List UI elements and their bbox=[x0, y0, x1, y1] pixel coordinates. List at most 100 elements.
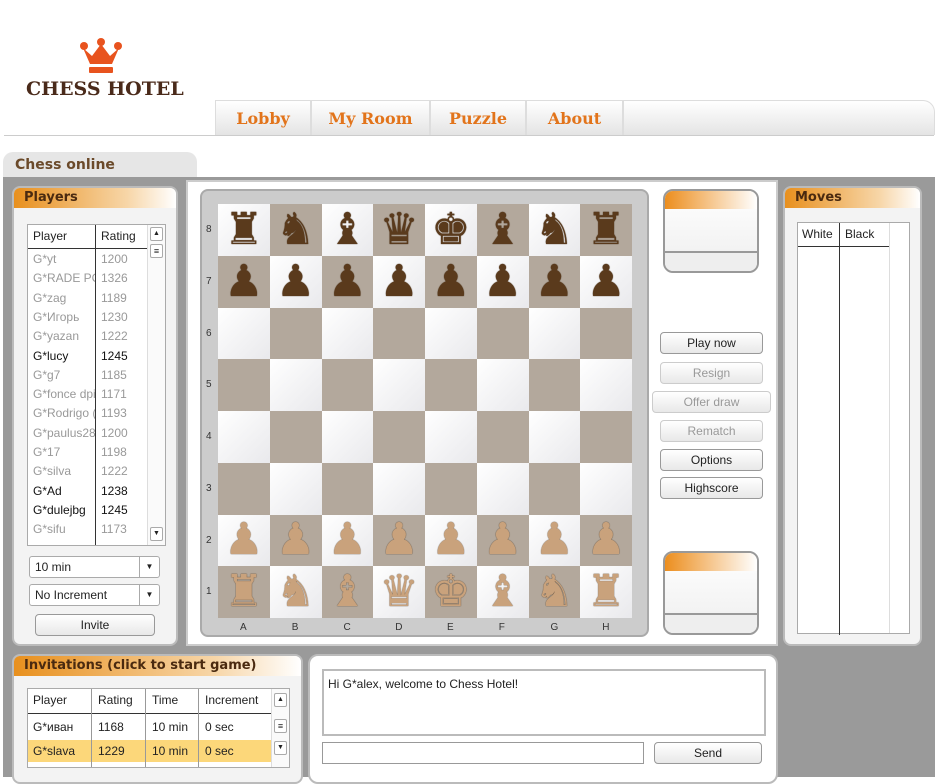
resign-button[interactable]: Resign bbox=[660, 362, 763, 384]
square-c8[interactable]: ♝ bbox=[321, 204, 374, 256]
player-rating[interactable]: 1173 bbox=[101, 520, 141, 539]
col-black[interactable]: Black bbox=[845, 227, 874, 241]
square-c1[interactable]: ♝ bbox=[321, 566, 374, 618]
square-a2[interactable]: ♟ bbox=[218, 514, 270, 567]
square-g3[interactable] bbox=[528, 462, 581, 515]
scroll-thumb[interactable]: ≡ bbox=[150, 244, 163, 258]
player-name[interactable]: G*lucy bbox=[33, 347, 95, 366]
time-select[interactable]: 10 min ▼ bbox=[29, 556, 160, 578]
col-player[interactable]: Player bbox=[33, 229, 67, 243]
square-e2[interactable]: ♟ bbox=[425, 514, 477, 567]
players-scrollbar[interactable]: ▲ ≡ ▼ bbox=[147, 225, 165, 545]
white-pawn-icon[interactable]: ♟ bbox=[224, 518, 263, 562]
player-rating[interactable]: 1189 bbox=[101, 289, 141, 308]
black-pawn-icon[interactable]: ♟ bbox=[586, 259, 625, 304]
white-pawn-icon[interactable]: ♟ bbox=[586, 518, 625, 562]
player-rating[interactable]: 1198 bbox=[101, 443, 141, 462]
player-rating[interactable]: 1200 bbox=[101, 250, 141, 269]
square-c3[interactable] bbox=[321, 462, 374, 515]
black-king-icon[interactable]: ♚ bbox=[431, 207, 470, 252]
player-rating[interactable]: 1238 bbox=[101, 482, 141, 501]
moves-list[interactable]: White Black bbox=[797, 222, 910, 635]
square-g7[interactable]: ♟ bbox=[528, 255, 581, 308]
player-name[interactable]: G*yazan bbox=[33, 327, 95, 346]
square-h7[interactable]: ♟ bbox=[580, 255, 632, 308]
white-bishop-icon[interactable]: ♝ bbox=[483, 570, 522, 614]
square-e5[interactable] bbox=[425, 359, 477, 411]
square-c5[interactable] bbox=[321, 359, 374, 411]
player-name[interactable]: G*g7 bbox=[33, 366, 95, 385]
invitations-list[interactable]: Player Rating Time Increment G*иван 1168… bbox=[27, 688, 290, 768]
square-e4[interactable] bbox=[425, 411, 477, 463]
player-name[interactable]: G*yt bbox=[33, 250, 95, 269]
square-f1[interactable]: ♝ bbox=[476, 566, 529, 618]
square-e3[interactable] bbox=[425, 462, 477, 515]
square-f2[interactable]: ♟ bbox=[476, 514, 529, 567]
player-rating[interactable]: 1222 bbox=[101, 462, 141, 481]
player-rating[interactable]: 1171 bbox=[101, 385, 141, 404]
square-d8[interactable]: ♛ bbox=[373, 204, 425, 256]
chat-input[interactable] bbox=[322, 742, 644, 764]
square-b5[interactable] bbox=[269, 359, 322, 411]
square-b4[interactable] bbox=[269, 411, 322, 463]
player-rating[interactable]: 1185 bbox=[101, 366, 141, 385]
square-g4[interactable] bbox=[528, 411, 581, 463]
white-pawn-icon[interactable]: ♟ bbox=[431, 518, 470, 562]
player-name[interactable]: G*Rodrigo ( bbox=[33, 404, 95, 423]
player-name[interactable]: G*silva bbox=[33, 462, 95, 481]
black-pawn-icon[interactable]: ♟ bbox=[431, 259, 470, 304]
square-a1[interactable]: ♜ bbox=[218, 566, 270, 618]
col-player[interactable]: Player bbox=[33, 693, 67, 707]
square-f5[interactable] bbox=[476, 359, 529, 411]
square-d1[interactable]: ♛ bbox=[373, 566, 425, 618]
player-name[interactable]: G*RADE PC bbox=[33, 269, 95, 288]
black-pawn-icon[interactable]: ♟ bbox=[224, 259, 263, 304]
increment-select[interactable]: No Increment ▼ bbox=[29, 584, 160, 606]
white-knight-icon[interactable]: ♞ bbox=[535, 570, 574, 614]
scroll-up-icon[interactable]: ▲ bbox=[150, 227, 163, 241]
square-h6[interactable] bbox=[580, 307, 632, 360]
square-g6[interactable] bbox=[528, 307, 581, 360]
square-d3[interactable] bbox=[373, 462, 425, 515]
square-b1[interactable]: ♞ bbox=[269, 566, 322, 618]
player-rating[interactable]: 1193 bbox=[101, 404, 141, 423]
invitation-row[interactable]: G*slava 1229 10 min 0 sec bbox=[28, 740, 273, 762]
col-increment[interactable]: Increment bbox=[205, 693, 258, 707]
highscore-button[interactable]: Highscore bbox=[660, 477, 763, 499]
square-h2[interactable]: ♟ bbox=[580, 514, 632, 567]
white-pawn-icon[interactable]: ♟ bbox=[379, 518, 418, 562]
player-name[interactable]: G*zag bbox=[33, 289, 95, 308]
square-h8[interactable]: ♜ bbox=[580, 204, 632, 256]
player-name[interactable]: G*Ad bbox=[33, 482, 95, 501]
square-b7[interactable]: ♟ bbox=[269, 255, 322, 308]
black-rook-icon[interactable]: ♜ bbox=[224, 207, 263, 252]
rematch-button[interactable]: Rematch bbox=[660, 420, 763, 442]
square-g5[interactable] bbox=[528, 359, 581, 411]
white-rook-icon[interactable]: ♜ bbox=[586, 570, 625, 614]
square-d4[interactable] bbox=[373, 411, 425, 463]
player-rating[interactable]: 1200 bbox=[101, 424, 141, 443]
square-h1[interactable]: ♜ bbox=[580, 566, 632, 618]
square-h5[interactable] bbox=[580, 359, 632, 411]
player-rating[interactable]: 1245 bbox=[101, 347, 141, 366]
black-bishop-icon[interactable]: ♝ bbox=[328, 207, 367, 252]
square-e7[interactable]: ♟ bbox=[425, 255, 477, 308]
player-name[interactable]: G*17 bbox=[33, 443, 95, 462]
square-c2[interactable]: ♟ bbox=[321, 514, 374, 567]
nav-my-room[interactable]: My Room bbox=[312, 101, 431, 136]
chess-board[interactable]: ♜ ♞ ♝ ♛ ♚ ♝ ♞ ♜ ♟ ♟ ♟ ♟ ♟ ♟ ♟ ♟ ♟ ♟ ♟ ♟ ♟ ♟ ♟ ♟ ♜ ♞ ♝ ♛ ♚ ♝ ♞ ♜ bbox=[218, 204, 632, 618]
square-h4[interactable] bbox=[580, 411, 632, 463]
player-name[interactable]: G*Игорь bbox=[33, 308, 95, 327]
black-knight-icon[interactable]: ♞ bbox=[276, 207, 315, 252]
square-d7[interactable]: ♟ bbox=[373, 255, 425, 308]
square-f6[interactable] bbox=[476, 307, 529, 360]
players-list[interactable]: Player Rating G*yt 1200 G*RADE PC 1326 G*zag… bbox=[27, 224, 166, 546]
options-button[interactable]: Options bbox=[660, 449, 763, 471]
square-a3[interactable] bbox=[218, 462, 270, 515]
col-white[interactable]: White bbox=[802, 227, 833, 241]
player-name[interactable]: G*paulus28 bbox=[33, 424, 95, 443]
square-a7[interactable]: ♟ bbox=[218, 255, 270, 308]
player-name[interactable]: G*sifu bbox=[33, 520, 95, 539]
play-now-button[interactable]: Play now bbox=[660, 332, 763, 354]
scroll-down-icon[interactable]: ▼ bbox=[274, 741, 287, 755]
